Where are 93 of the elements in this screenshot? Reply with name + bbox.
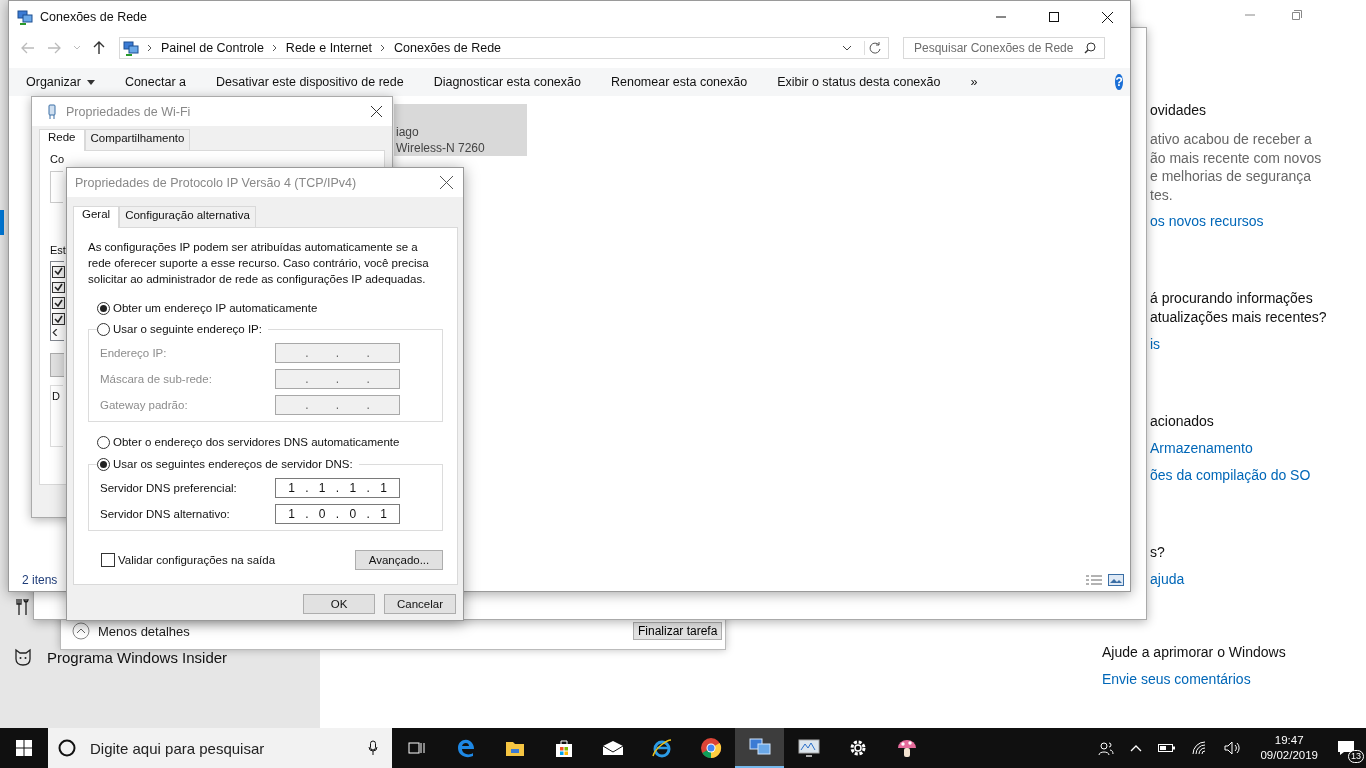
tab[interactable]: Configuração alternativa — [119, 206, 256, 227]
notification-count: 13 — [1348, 750, 1364, 763]
feedback-link[interactable]: Envie seus comentários — [1102, 670, 1286, 689]
up-icon[interactable] — [93, 41, 105, 55]
field-label: Endereço IP: — [100, 347, 168, 359]
details-toggle[interactable]: Menos detalhes — [72, 622, 190, 640]
settings-link[interactable]: ões da compilação do SO — [1150, 466, 1327, 485]
section-heading: Ajude a aprimorar o Windows — [1102, 643, 1286, 662]
help-button[interactable]: ? — [1115, 74, 1123, 90]
tiles-view-icon[interactable] — [1108, 574, 1124, 586]
volume-icon[interactable] — [1224, 741, 1243, 755]
description-text: As configurações IP podem ser atribuídas automaticamente se a rede oferecer suporte a esse recurso. Caso contrário, você precisa solicitar ao administrador de rede as configurações IP adequadas. — [88, 240, 430, 287]
checkbox[interactable] — [52, 297, 65, 310]
chevron-icon[interactable] — [271, 44, 278, 52]
search-field[interactable]: Pesquisar Conexões de Rede — [903, 37, 1105, 59]
connection-item[interactable]: iago Wireless-N 7260 — [394, 104, 527, 156]
search-icon[interactable] — [1084, 42, 1096, 54]
windows-logo-icon[interactable] — [16, 740, 32, 756]
window-title: Conexões de Rede — [40, 10, 148, 24]
tab[interactable]: Rede — [39, 129, 85, 151]
field-label: Servidor DNS preferencial: — [100, 482, 238, 494]
tools-icon — [16, 598, 30, 616]
close-icon[interactable] — [371, 106, 382, 117]
section-heading: ovidades — [1150, 101, 1208, 120]
field-label: Est — [50, 243, 66, 257]
scroll-left-icon[interactable] — [52, 328, 58, 336]
battery-icon[interactable] — [1158, 743, 1177, 753]
settings-link[interactable]: Armazenamento — [1150, 439, 1327, 458]
adapter-icon — [46, 103, 58, 120]
toolbar-button[interactable]: Desativar este dispositivo de rede — [216, 75, 404, 89]
advanced-button[interactable]: Avançado... — [355, 550, 443, 570]
tab[interactable]: Compartilhamento — [84, 129, 191, 150]
adapter-field — [50, 171, 63, 203]
dialog-title: Propriedades de Protocolo IP Versão 4 (TCP/IPv4) — [75, 175, 357, 190]
network-folder-icon — [17, 9, 33, 25]
network-app-icon[interactable] — [735, 728, 784, 768]
chevron-icon[interactable] — [147, 44, 153, 52]
maximize-icon[interactable] — [1049, 12, 1059, 22]
tab[interactable]: Geral — [73, 206, 120, 228]
settings-link[interactable]: is — [1150, 335, 1327, 354]
chevron-up-icon[interactable] — [1130, 744, 1143, 752]
cat-icon — [14, 648, 32, 666]
toolbar-button[interactable]: Conectar a — [124, 75, 187, 89]
dialog-title: Propriedades de Wi-Fi — [66, 104, 191, 119]
field-label: Co — [50, 152, 65, 166]
refresh-icon[interactable] — [864, 41, 882, 55]
checkbox[interactable] — [52, 281, 65, 294]
section-heading: acionados — [1150, 412, 1215, 431]
cancel-button[interactable]: Cancelar — [384, 594, 456, 614]
section-heading: á procurando informações atualizações mais recentes? — [1150, 289, 1327, 327]
restore-icon[interactable] — [1292, 10, 1302, 20]
toolbar-button[interactable]: Exibir o status desta conexão — [777, 75, 941, 89]
settings-link[interactable]: ajuda — [1150, 570, 1327, 589]
toolbar-button[interactable]: Renomear esta conexão — [610, 75, 748, 89]
checkbox[interactable] — [52, 313, 65, 325]
breadcrumb-item[interactable]: Rede e Internet — [285, 41, 373, 55]
field-label: Gateway padrão: — [100, 399, 189, 411]
toolbar-button[interactable]: Diagnosticar esta conexão — [433, 75, 581, 89]
checkbox-option[interactable]: Validar configurações na saída — [101, 553, 276, 567]
chevron-icon[interactable] — [380, 44, 387, 52]
organize-menu[interactable]: Organizar — [26, 75, 95, 89]
field-label: Máscara de sub-rede: — [100, 373, 213, 385]
checkbox[interactable] — [52, 266, 65, 278]
selection-indicator — [0, 210, 4, 235]
clock[interactable]: 19:47 09/02/2019 — [1260, 733, 1318, 763]
breadcrumb-item[interactable]: Conexões de Rede — [394, 41, 502, 55]
cortana-ring-icon[interactable] — [58, 739, 76, 757]
address-bar[interactable]: Painel de Controle Rede e Internet Conexões de Rede — [119, 37, 889, 59]
more-button[interactable]: » — [970, 75, 978, 89]
close-icon[interactable] — [440, 176, 453, 189]
close-icon[interactable] — [1101, 11, 1113, 23]
network-folder-icon — [123, 40, 139, 56]
search-input[interactable]: Digite aqui para pesquisar — [88, 738, 356, 758]
ok-button[interactable]: OK — [303, 594, 375, 614]
radio-option[interactable]: Obter o endereço dos servidores DNS automaticamente — [97, 432, 443, 452]
ip-address-field[interactable]: 1 . 0 . 0 . 1 — [275, 504, 400, 524]
dropdown-icon[interactable] — [842, 45, 852, 51]
breadcrumb-item[interactable]: Painel de Controle — [161, 41, 264, 55]
people-icon[interactable] — [1098, 740, 1115, 756]
field-label: Servidor DNS alternativo: — [100, 508, 231, 520]
microphone-icon[interactable] — [368, 740, 378, 756]
ip-address-field[interactable]: 1 . 1 . 1 . 1 — [275, 478, 400, 498]
radio-option[interactable]: Obter um endereço IP automaticamente — [97, 298, 443, 318]
item-count: 2 itens — [22, 573, 58, 587]
end-task-button[interactable]: Finalizar tarefa — [633, 622, 723, 640]
caret-icon[interactable] — [86, 79, 95, 85]
section-heading: s? — [1150, 543, 1166, 562]
collapse-icon[interactable] — [72, 622, 90, 640]
sidebar-item[interactable]: Programa Windows Insider — [14, 645, 228, 669]
section-text: ativo acabou de receber a ão mais recente com novos e melhorias de segurança tes. — [1150, 130, 1323, 204]
taskbar-search-field[interactable]: Digite aqui para pesquisar — [48, 728, 392, 768]
group-label: D — [52, 390, 60, 402]
settings-link[interactable]: os novos recursos — [1150, 212, 1327, 231]
